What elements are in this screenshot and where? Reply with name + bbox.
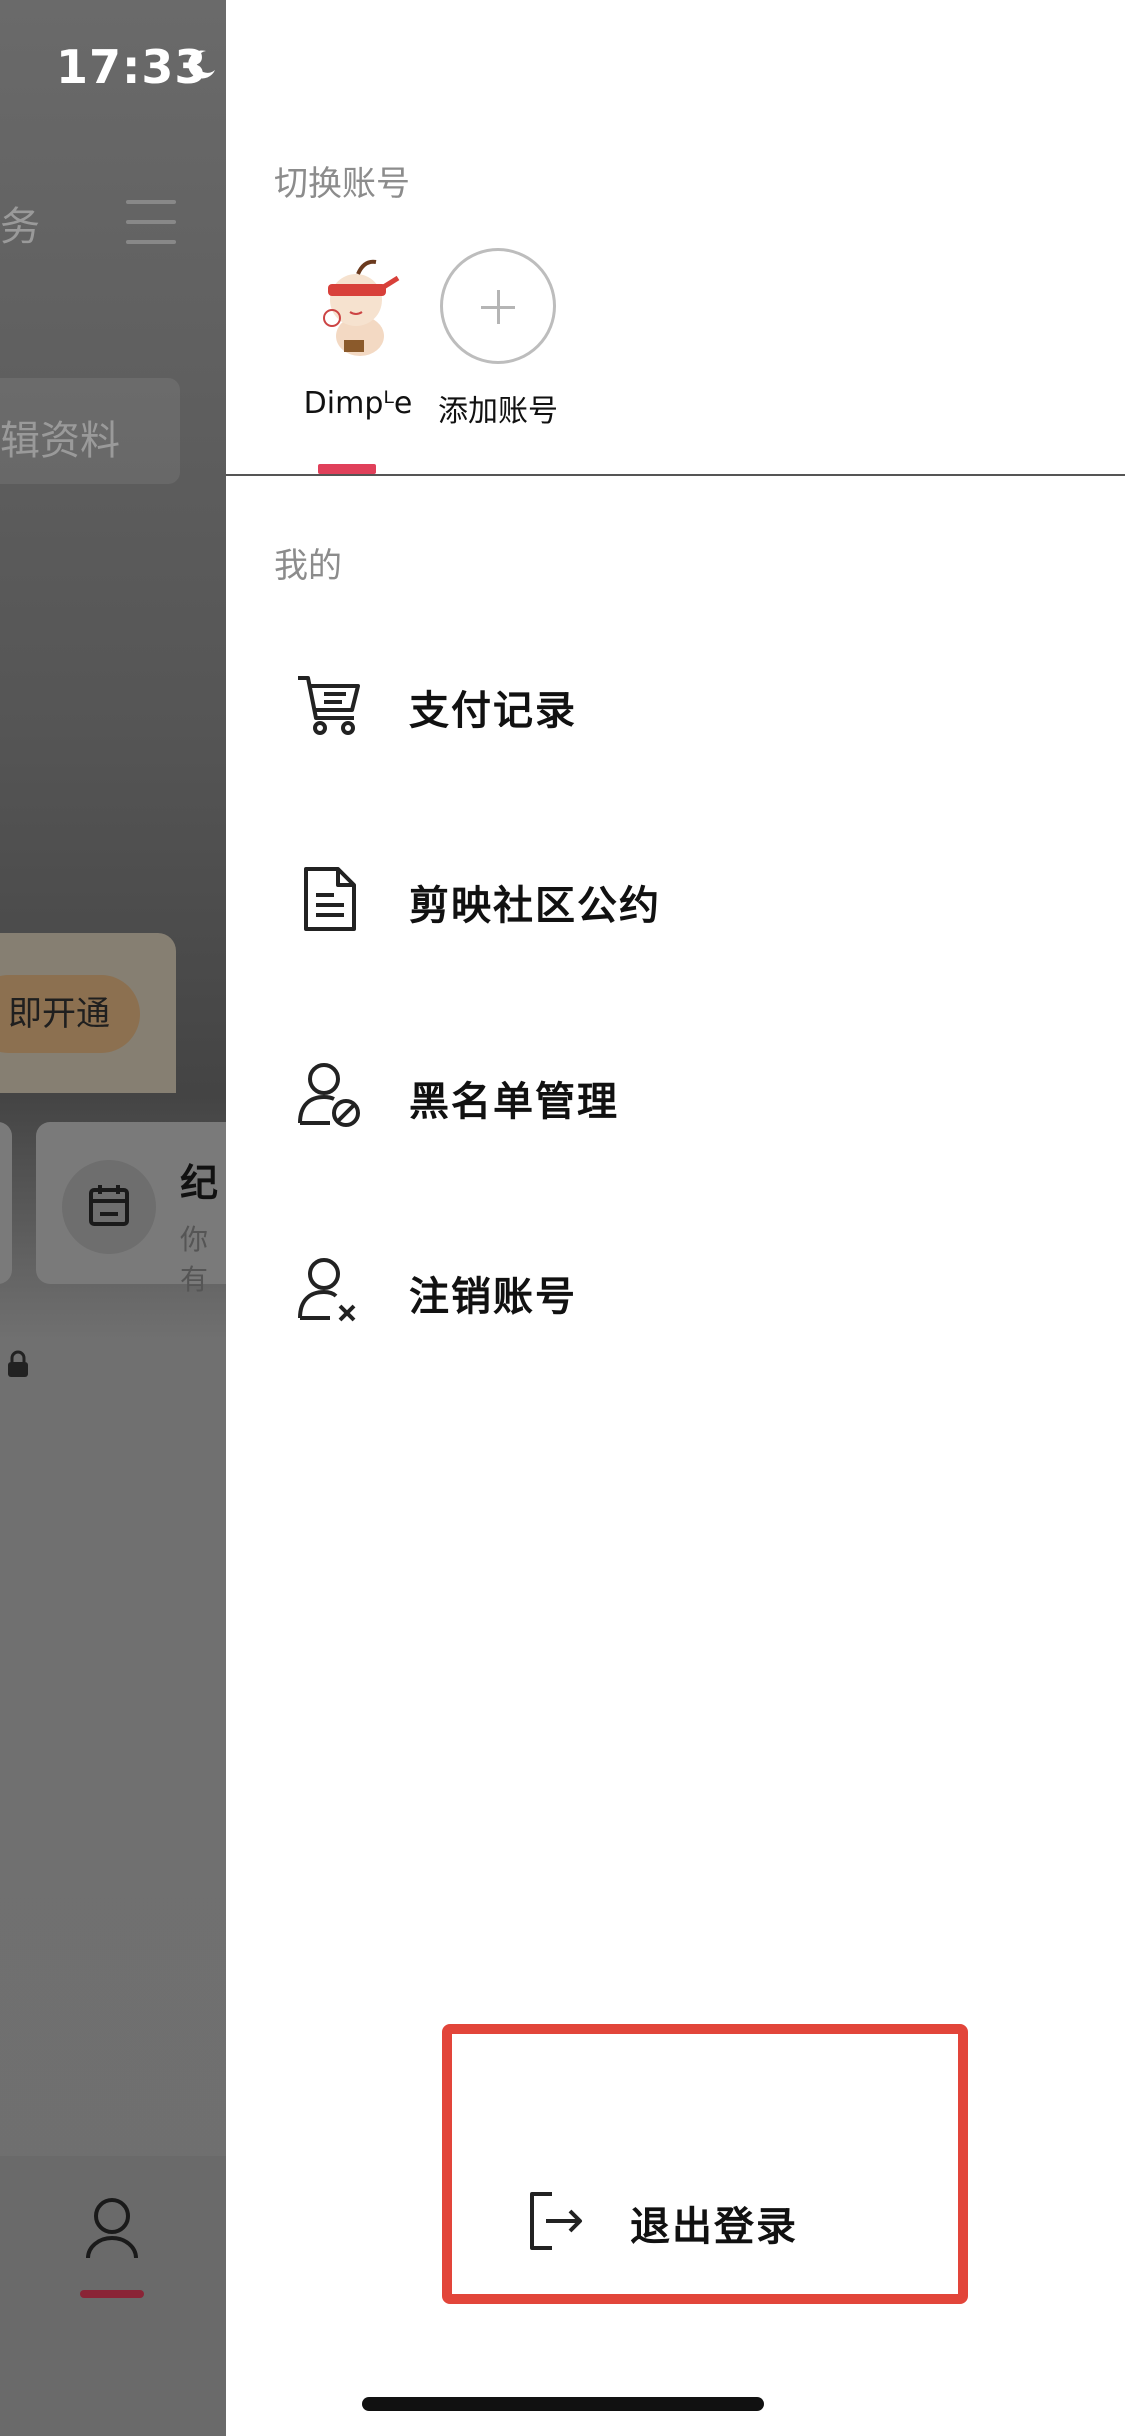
account-avatar[interactable] — [298, 248, 418, 368]
menu-item-payment-records[interactable]: 支付记录 — [226, 634, 1125, 774]
calendar-card-subtitle: 你有 — [180, 1223, 209, 1296]
active-account-indicator — [318, 464, 376, 474]
logout-highlight-box — [442, 2024, 968, 2304]
edit-profile-fragment: 辑资料 — [0, 418, 120, 464]
divider — [226, 474, 1125, 476]
menu-item-label: 剪映社区公约 — [409, 883, 661, 929]
person-icon[interactable] — [82, 2196, 142, 2260]
menu-item-label: 支付记录 — [409, 688, 577, 734]
cartoon-avatar-icon — [298, 248, 418, 368]
moon-icon — [188, 50, 215, 79]
menu-icon[interactable] — [126, 200, 176, 244]
tab-active-indicator — [80, 2290, 144, 2298]
document-icon — [304, 867, 356, 931]
add-account-button[interactable] — [440, 248, 556, 364]
switch-account-label: 切换账号 — [274, 164, 410, 204]
user-remove-icon — [298, 1258, 356, 1322]
calendar-card-title: 纪 — [180, 1161, 219, 1205]
logout-icon — [530, 2192, 582, 2250]
user-block-icon — [298, 1063, 360, 1127]
background-app: 17:33 务 辑资料 即开通 纪 你有 — [0, 0, 226, 2436]
menu-item-label: 黑名单管理 — [409, 1079, 619, 1125]
menu-item-delete-account[interactable]: 注销账号 — [226, 1220, 1125, 1360]
logout-label: 退出登录 — [630, 2204, 798, 2250]
cart-icon — [298, 676, 360, 735]
logout-button[interactable]: 退出登录 — [526, 2188, 846, 2258]
menu-item-blacklist[interactable]: 黑名单管理 — [226, 1025, 1125, 1165]
vip-open-button[interactable]: 即开通 — [0, 975, 140, 1053]
calendar-icon-wrap — [62, 1160, 156, 1254]
side-drawer: 切换账号 Dimpᴸe 添加账号 我的 支付记录 剪映社区公约 黑名单管理 注销… — [226, 0, 1125, 2436]
account-name[interactable]: Dimpᴸe — [286, 386, 430, 421]
menu-item-community-guidelines[interactable]: 剪映社区公约 — [226, 829, 1125, 969]
mine-section-label: 我的 — [274, 546, 342, 586]
header-fragment: 务 — [0, 204, 40, 250]
lock-icon — [8, 1350, 28, 1377]
add-account-label[interactable]: 添加账号 — [436, 386, 560, 430]
home-indicator[interactable] — [362, 2397, 764, 2411]
calendar-icon — [89, 1185, 129, 1226]
menu-item-label: 注销账号 — [409, 1274, 577, 1320]
left-card — [0, 1122, 12, 1284]
